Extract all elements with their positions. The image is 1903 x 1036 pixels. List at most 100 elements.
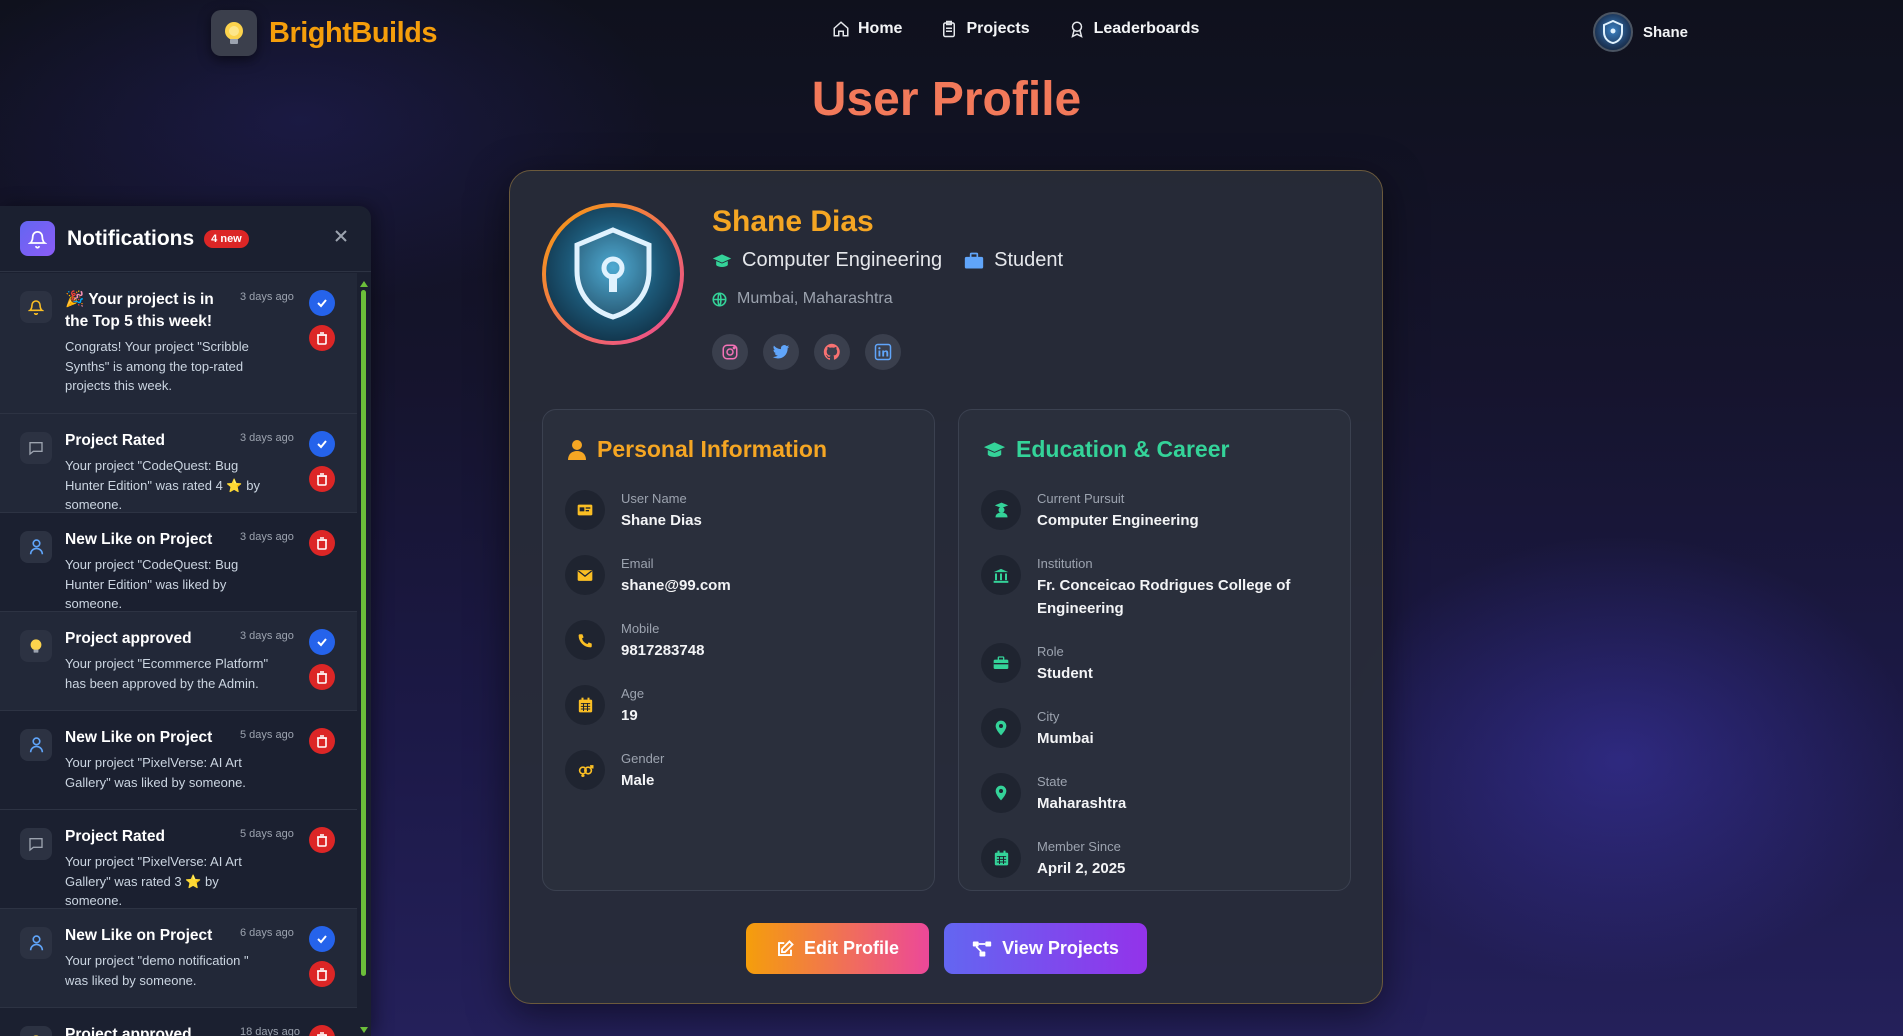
user-menu[interactable]: Shane <box>1593 12 1688 52</box>
notifications-list: 🎉 Your project is in the Top 5 this week… <box>0 273 357 1036</box>
profile-avatar <box>542 203 684 345</box>
notification-time: 5 days ago <box>240 729 294 741</box>
instagram-icon <box>722 344 738 360</box>
edit-profile-label: Edit Profile <box>803 938 899 958</box>
field-institution: Institution Fr. Conceicao Rodrigues Colle… <box>981 555 1307 620</box>
instagram-button[interactable] <box>712 334 748 370</box>
twitter-button[interactable] <box>763 334 799 370</box>
trash-icon <box>317 1031 327 1036</box>
field-value: Mumbai <box>1037 730 1094 747</box>
list-item[interactable]: New Like on Project Your project "demo n… <box>0 909 357 1008</box>
delete-button[interactable] <box>309 325 335 351</box>
notifications-title: Notifications <box>67 226 195 250</box>
field-label: State <box>1037 774 1068 789</box>
field-label: Age <box>621 686 645 701</box>
check-icon <box>317 638 327 647</box>
location-pin-icon <box>981 708 1021 748</box>
field-value: Computer Engineering <box>1037 512 1199 529</box>
location-pin-icon <box>981 773 1021 813</box>
bulb-logo-icon <box>211 10 257 56</box>
field-label: Institution <box>1037 556 1093 571</box>
envelope-icon <box>565 555 605 595</box>
delete-button[interactable] <box>309 961 335 987</box>
user-icon <box>568 439 586 460</box>
github-button[interactable] <box>814 334 850 370</box>
list-item[interactable]: New Like on Project Your project "CodeQu… <box>0 513 357 612</box>
delete-button[interactable] <box>309 530 335 556</box>
edit-profile-button[interactable]: Edit Profile <box>746 923 929 974</box>
user-icon <box>20 729 52 761</box>
notification-time: 3 days ago <box>240 432 294 444</box>
field-gender: Gender Male <box>565 750 731 792</box>
notification-title: New Like on Project <box>65 531 213 548</box>
field-value: Male <box>621 772 655 789</box>
field-value: 19 <box>621 707 638 724</box>
bell-icon <box>20 291 52 323</box>
bulb-icon <box>20 1026 52 1036</box>
new-count-badge: 4 new <box>204 229 249 248</box>
project-diagram-icon <box>972 941 992 956</box>
notification-time: 6 days ago <box>240 927 294 939</box>
trash-icon <box>317 536 327 550</box>
notification-title: New Like on Project <box>65 729 213 746</box>
list-item[interactable]: Project Rated Your project "PixelVerse: … <box>0 810 357 909</box>
field-value: Maharashtra <box>1037 795 1127 812</box>
list-item[interactable]: New Like on Project Your project "PixelV… <box>0 711 357 810</box>
mark-read-button[interactable] <box>309 290 335 316</box>
notifications-header: Notifications 4 new <box>0 206 371 272</box>
nav-projects[interactable]: Projects <box>940 20 1030 38</box>
briefcase-icon <box>981 643 1021 683</box>
trash-icon <box>317 734 327 748</box>
notification-title: Project approved <box>65 1026 192 1036</box>
bulb-icon <box>20 630 52 662</box>
close-notifications-button[interactable] <box>333 228 349 249</box>
delete-button[interactable] <box>309 728 335 754</box>
nav-leaderboards[interactable]: Leaderboards <box>1068 20 1200 38</box>
field-value: 9817283748 <box>621 642 705 659</box>
delete-button[interactable] <box>309 1025 335 1036</box>
social-links <box>712 334 901 370</box>
user-icon <box>20 927 52 959</box>
nav-home[interactable]: Home <box>832 20 902 38</box>
comment-icon <box>20 432 52 464</box>
field-label: Member Since <box>1037 839 1121 854</box>
field-member-since: Member Since April 2, 2025 <box>981 838 1307 880</box>
education-fields: Current Pursuit Computer Engineering Inst… <box>981 490 1307 903</box>
profile-card: Shane Dias Computer Engineering Student … <box>509 170 1383 1004</box>
check-icon <box>317 299 327 308</box>
field-value: Fr. Conceicao Rodrigues College of Engin… <box>1037 577 1291 617</box>
field-state: State Maharashtra <box>981 773 1307 815</box>
nav-leaderboards-label: Leaderboards <box>1093 20 1200 37</box>
comment-icon <box>20 828 52 860</box>
mark-read-button[interactable] <box>309 629 335 655</box>
view-projects-button[interactable]: View Projects <box>944 923 1147 974</box>
list-item[interactable]: Project approved 18 days ago <box>0 1008 357 1036</box>
notification-title: Project Rated <box>65 432 165 449</box>
globe-icon <box>712 291 727 307</box>
notification-title: Project approved <box>65 630 192 647</box>
field-email: Email shane@99.com <box>565 555 731 597</box>
scrollbar-thumb[interactable] <box>361 290 366 976</box>
nav-home-label: Home <box>858 20 903 37</box>
view-projects-label: View Projects <box>1002 938 1119 958</box>
linkedin-button[interactable] <box>865 334 901 370</box>
delete-button[interactable] <box>309 466 335 492</box>
list-item[interactable]: 🎉 Your project is in the Top 5 this week… <box>0 273 357 414</box>
graduation-cap-icon <box>712 253 732 267</box>
award-icon <box>1070 21 1083 38</box>
institution-icon <box>981 555 1021 595</box>
list-item[interactable]: Project approved Your project "Ecommerce… <box>0 612 357 711</box>
notification-time: 18 days ago <box>240 1026 300 1036</box>
list-item[interactable]: Project Rated Your project "CodeQuest: B… <box>0 414 357 513</box>
delete-button[interactable] <box>309 827 335 853</box>
user-name: Shane <box>1643 23 1689 41</box>
delete-button[interactable] <box>309 664 335 690</box>
mark-read-button[interactable] <box>309 926 335 952</box>
notification-body: Your project "PixelVerse: AI Art Gallery… <box>65 854 242 908</box>
field-label: Mobile <box>621 621 660 636</box>
field-label: Current Pursuit <box>1037 491 1125 506</box>
brand[interactable]: BrightBuilds <box>211 10 438 56</box>
field-role: Role Student <box>981 643 1307 685</box>
field-label: City <box>1037 709 1060 724</box>
mark-read-button[interactable] <box>309 431 335 457</box>
